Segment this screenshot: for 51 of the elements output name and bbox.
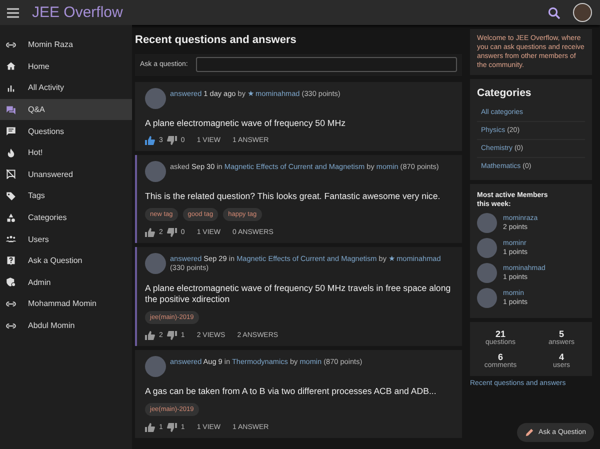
question-title[interactable]: This is the related question? This looks great. Fantastic awesome very nice.: [145, 191, 454, 202]
help-icon: [6, 256, 16, 266]
question-title[interactable]: A plane electromagnetic wave of frequency 50 MHz travels in free space along the positive xdirection: [145, 283, 454, 305]
sidebar-item[interactable]: Momin Raza: [0, 34, 132, 56]
thumbs-down-icon[interactable]: [166, 423, 177, 432]
stat-value: 4: [558, 352, 565, 362]
thumbs-up-icon[interactable]: [145, 331, 155, 340]
link-icon: [6, 40, 16, 50]
sidebar-item[interactable]: Unanswered: [0, 164, 132, 186]
thumbs-up-icon[interactable]: [145, 228, 155, 237]
admin-icon: [6, 277, 16, 288]
thumbs-down-icon[interactable]: [166, 136, 177, 145]
link-icon: [6, 320, 16, 331]
menu-icon[interactable]: [7, 8, 19, 18]
ask-input-field[interactable]: [196, 57, 457, 72]
sidebar-item[interactable]: Ask a Question: [0, 250, 132, 272]
sidebar-item[interactable]: Q&A: [0, 98, 132, 120]
sidebar-item[interactable]: Mohammad Momin: [0, 293, 132, 315]
sidebar-item[interactable]: Abdul Momin: [0, 314, 132, 336]
question-title[interactable]: A gas can be taken from A to B via two different processes ACB and ADB...: [145, 386, 454, 397]
qa-icon: [6, 104, 16, 115]
sidebar-item[interactable]: All Activity: [0, 77, 132, 99]
search-icon[interactable]: [548, 6, 560, 18]
home-icon: [6, 61, 16, 72]
flame-icon: [6, 148, 16, 158]
sidebar-item[interactable]: Hot!: [0, 142, 132, 164]
chat-icon: [6, 126, 16, 136]
page-title: Recent questions and answers: [135, 34, 298, 46]
question-title[interactable]: A plane electromagnetic wave of frequency 50 MHz: [145, 118, 454, 129]
stat-value: 6: [496, 352, 504, 362]
site-title[interactable]: JEE Overflow: [32, 4, 123, 21]
sidebar-item[interactable]: Tags: [0, 185, 132, 207]
thumbs-up-icon[interactable]: [145, 136, 155, 145]
bars-icon: [6, 82, 16, 93]
tag-icon: [6, 190, 16, 201]
shapes-icon: [6, 212, 16, 223]
sidebar-item[interactable]: Admin: [0, 272, 132, 294]
thumbs-up-icon[interactable]: [145, 423, 155, 432]
link-icon: [6, 298, 16, 309]
thumbs-down-icon[interactable]: [166, 228, 177, 237]
user-avatar[interactable]: [573, 3, 592, 22]
sidebar-item[interactable]: Home: [0, 56, 132, 78]
pencil-icon: [524, 428, 534, 437]
sidebar-item[interactable]: Users: [0, 228, 132, 250]
sidebar-item[interactable]: Categories: [0, 206, 132, 228]
sidebar-item[interactable]: Questions: [0, 120, 132, 142]
people-icon: [6, 234, 16, 244]
stat-value: 21: [495, 329, 506, 339]
categories-heading: Categories: [477, 87, 532, 99]
thumbs-down-icon[interactable]: [166, 331, 177, 340]
stat-value: 5: [558, 329, 565, 339]
